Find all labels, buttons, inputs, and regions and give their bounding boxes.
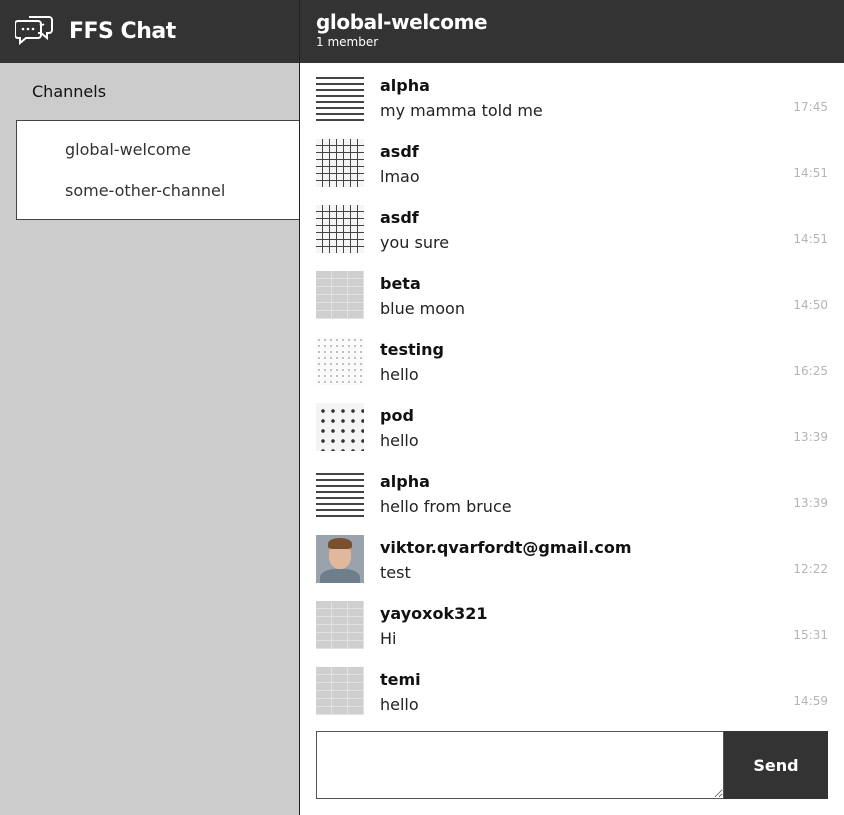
message-item: pod hello 13:39 xyxy=(300,393,844,459)
avatar xyxy=(316,535,364,583)
message-item: alpha my mamma told me 17:45 xyxy=(300,63,844,129)
message-time: 15:31 xyxy=(793,628,828,642)
message-item: viktor.qvarfordt@gmail.com test 12:22 xyxy=(300,525,844,591)
message-text: blue moon xyxy=(380,299,465,318)
message-time: 14:59 xyxy=(793,694,828,708)
channel-list: global-welcome some-other-channel xyxy=(16,120,300,220)
message-text: hello xyxy=(380,431,419,450)
message-text: hello xyxy=(380,695,419,714)
message-item: temi hello 14:59 xyxy=(300,657,844,723)
message-composer: Send xyxy=(316,731,828,799)
message-username: alpha xyxy=(380,76,430,95)
message-time: 13:39 xyxy=(793,496,828,510)
message-text: hello xyxy=(380,365,419,384)
channel-title: global-welcome xyxy=(316,10,488,34)
message-username: viktor.qvarfordt@gmail.com xyxy=(380,538,632,557)
member-count: 1 member xyxy=(316,35,379,49)
message-text: Hi xyxy=(380,629,397,648)
message-text: you sure xyxy=(380,233,450,252)
avatar xyxy=(316,469,364,517)
message-input[interactable] xyxy=(316,731,724,799)
avatar xyxy=(316,73,364,121)
message-list[interactable]: alpha my mamma told me 17:45 asdf lmao 1… xyxy=(300,63,844,723)
message-username: asdf xyxy=(380,208,419,227)
avatar xyxy=(316,139,364,187)
message-username: asdf xyxy=(380,142,419,161)
message-item: alpha hello from bruce 13:39 xyxy=(300,459,844,525)
message-item: testing hello 16:25 xyxy=(300,327,844,393)
message-username: pod xyxy=(380,406,414,425)
message-item: asdf lmao 14:51 xyxy=(300,129,844,195)
message-item: beta blue moon 14:50 xyxy=(300,261,844,327)
message-username: alpha xyxy=(380,472,430,491)
message-time: 14:51 xyxy=(793,232,828,246)
chat-bubbles-icon xyxy=(15,14,57,50)
app-title: FFS Chat xyxy=(69,19,176,44)
sidebar: FFS Chat Channels global-welcome some-ot… xyxy=(0,0,300,815)
channel-item-some-other-channel[interactable]: some-other-channel xyxy=(17,172,300,213)
message-time: 12:22 xyxy=(793,562,828,576)
send-button[interactable]: Send xyxy=(724,731,828,799)
message-text: test xyxy=(380,563,411,582)
message-username: yayoxok321 xyxy=(380,604,488,623)
channel-item-global-welcome[interactable]: global-welcome xyxy=(17,131,300,172)
avatar xyxy=(316,601,364,649)
channels-heading: Channels xyxy=(32,82,107,101)
message-time: 13:39 xyxy=(793,430,828,444)
message-time: 16:25 xyxy=(793,364,828,378)
message-time: 14:51 xyxy=(793,166,828,180)
message-username: beta xyxy=(380,274,421,293)
message-text: my mamma told me xyxy=(380,101,543,120)
avatar xyxy=(316,403,364,451)
message-text: lmao xyxy=(380,167,420,186)
app-brand: FFS Chat xyxy=(0,0,299,63)
message-item: yayoxok321 Hi 15:31 xyxy=(300,591,844,657)
chat-main: global-welcome 1 member alpha my mamma t… xyxy=(299,0,844,815)
message-time: 14:50 xyxy=(793,298,828,312)
message-username: testing xyxy=(380,340,444,359)
channel-header: global-welcome 1 member xyxy=(300,0,844,63)
message-time: 17:45 xyxy=(793,100,828,114)
avatar xyxy=(316,337,364,385)
avatar xyxy=(316,205,364,253)
message-username: temi xyxy=(380,670,421,689)
avatar xyxy=(316,667,364,715)
message-text: hello from bruce xyxy=(380,497,512,516)
avatar xyxy=(316,271,364,319)
message-item: asdf you sure 14:51 xyxy=(300,195,844,261)
